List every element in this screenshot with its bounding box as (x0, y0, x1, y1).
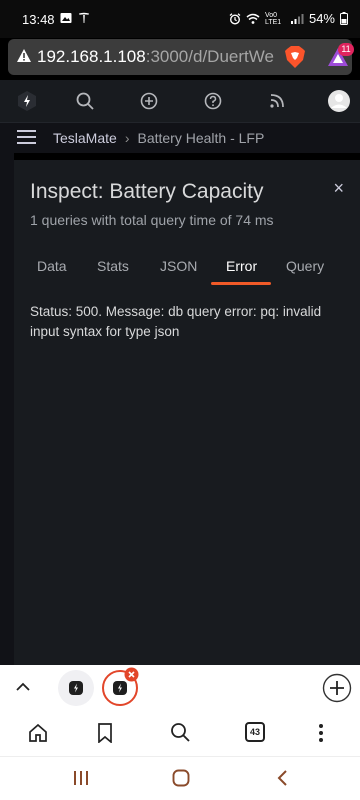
tab-data[interactable]: Data (37, 258, 67, 274)
drawer-title: Inspect: Battery Capacity (30, 180, 264, 203)
signal-icon (290, 13, 304, 24)
grafana-logo-icon[interactable] (16, 90, 38, 112)
active-tab-indicator (211, 282, 271, 285)
grafana-tab-icon (69, 681, 83, 695)
grafana-top-bar (0, 80, 360, 123)
help-icon[interactable] (203, 91, 223, 111)
grafana-tab-icon (113, 681, 127, 695)
user-avatar-icon[interactable] (327, 89, 351, 113)
breadcrumb-current[interactable]: Battery Health - LFP (137, 130, 264, 146)
tab-error[interactable]: Error (226, 258, 257, 274)
url-text[interactable]: 192.168.1.108:3000/d/DuertWe (37, 47, 277, 67)
breadcrumb: TeslaMate › Battery Health - LFP (53, 130, 264, 146)
breadcrumb-root[interactable]: TeslaMate (53, 130, 117, 146)
battery-percent: 54% (308, 11, 335, 26)
search-icon[interactable] (170, 722, 191, 743)
notification-icons (60, 12, 90, 24)
status-time: 13:48 (22, 12, 55, 27)
brave-shields-icon[interactable] (284, 45, 306, 69)
breadcrumb-separator: › (124, 130, 130, 146)
browser-bottom-toolbar: 43 (0, 710, 360, 756)
home-button-icon[interactable] (172, 769, 190, 787)
tab-count-button[interactable]: 43 (245, 722, 265, 742)
drawer-subtitle: 1 queries with total query time of 74 ms (30, 212, 274, 228)
rewards-badge: 11 (338, 43, 354, 56)
home-icon[interactable] (28, 723, 48, 743)
status-bar: 13:48 Vo0 LTE1 54% (0, 0, 360, 38)
breadcrumb-bar: TeslaMate › Battery Health - LFP (0, 123, 360, 153)
close-tab-icon[interactable] (124, 667, 139, 682)
dashboard-background (0, 153, 14, 665)
inspect-tabs: Data Stats JSON Error Query (14, 258, 360, 286)
error-message: Status: 500. Message: db query error: pq… (30, 304, 322, 339)
gallery-icon (60, 13, 72, 23)
browser-tab-1[interactable] (58, 670, 94, 706)
bookmark-icon[interactable] (97, 723, 113, 743)
close-icon[interactable]: × (333, 178, 344, 199)
status-right: Vo0 LTE1 54% (229, 11, 348, 26)
add-icon[interactable] (139, 91, 159, 111)
network-label: Vo0 LTE1 (264, 11, 282, 26)
recent-apps-icon[interactable] (73, 770, 89, 786)
inspect-drawer: Inspect: Battery Capacity × 1 queries wi… (14, 160, 360, 665)
warning-icon[interactable] (16, 48, 32, 63)
tesla-icon (79, 12, 89, 23)
address-bar[interactable]: 192.168.1.108:3000/d/DuertWe 11 (8, 39, 354, 75)
tab-json[interactable]: JSON (160, 258, 197, 274)
tab-stats[interactable]: Stats (97, 258, 129, 274)
back-icon[interactable] (276, 769, 288, 787)
chevron-up-icon[interactable] (15, 680, 31, 694)
alarm-icon (229, 12, 241, 25)
new-tab-icon[interactable] (322, 673, 352, 703)
rss-feed-icon[interactable] (267, 91, 287, 111)
tab-query[interactable]: Query (286, 258, 324, 274)
battery-icon (340, 12, 348, 25)
wifi-icon (246, 13, 260, 24)
search-icon[interactable] (75, 91, 95, 111)
more-options-icon[interactable] (318, 723, 324, 743)
system-navigation-bar (0, 756, 360, 800)
browser-tab-strip (0, 665, 360, 710)
menu-hamburger-icon[interactable] (17, 130, 36, 144)
